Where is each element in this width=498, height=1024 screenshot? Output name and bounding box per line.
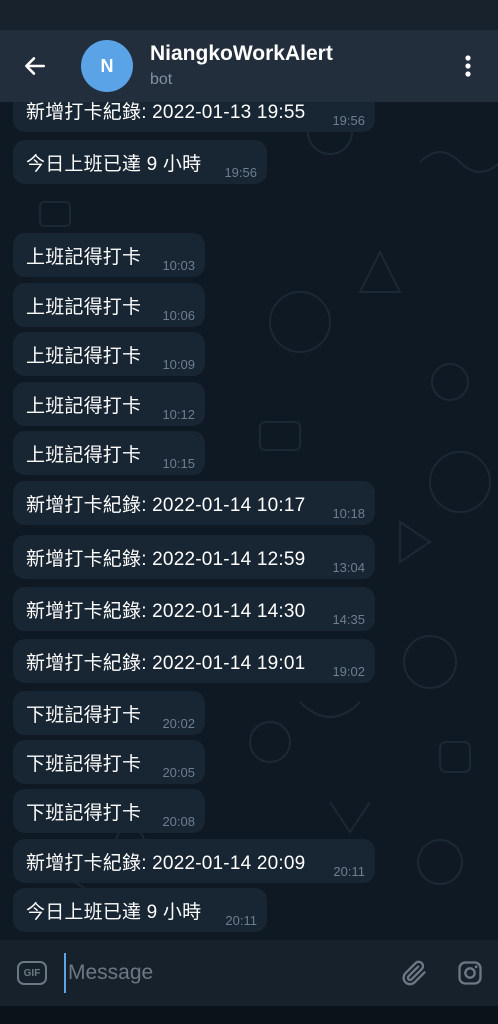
message-text: 新增打卡紀錄: 2022-01-14 19:01	[26, 652, 306, 674]
message-time: 20:11	[333, 864, 365, 879]
gif-button[interactable]: GIF	[0, 940, 64, 1006]
message-time: 20:05	[162, 765, 195, 780]
system-nav-bar	[0, 1006, 498, 1024]
message-bubble[interactable]: 下班記得打卡 20:08	[13, 789, 205, 833]
message-bubble[interactable]: 上班記得打卡 10:03	[13, 233, 205, 277]
message-time: 14:35	[332, 612, 365, 627]
chat-title: NiangkoWorkAlert	[150, 42, 333, 65]
message-text: 上班記得打卡	[26, 395, 142, 417]
message-bubble[interactable]: 下班記得打卡 20:02	[13, 691, 205, 735]
chat-area[interactable]: 新增打卡紀錄: 2022-01-13 19:55 19:56 今日上班已達 9 小時…	[0, 102, 498, 940]
chat-header: N NiangkoWorkAlert bot	[0, 30, 498, 102]
message-text: 今日上班已達 9 小時	[26, 153, 202, 175]
message-text: 上班記得打卡	[26, 444, 142, 466]
message-bubble[interactable]: 新增打卡紀錄: 2022-01-14 20:09 20:11	[13, 839, 375, 883]
message-bubble[interactable]: 新增打卡紀錄: 2022-01-14 19:01 19:02	[13, 639, 375, 683]
arrow-left-icon	[25, 57, 45, 75]
message-input-bar: GIF	[0, 940, 498, 1006]
message-text: 新增打卡紀錄: 2022-01-14 14:30	[26, 600, 306, 622]
message-time: 20:08	[162, 814, 195, 829]
message-time: 19:02	[332, 664, 365, 679]
message-time: 10:18	[332, 506, 365, 521]
message-text: 新增打卡紀錄: 2022-01-14 10:17	[26, 494, 306, 516]
message-time: 19:56	[332, 113, 365, 128]
message-bubble[interactable]: 新增打卡紀錄: 2022-01-14 10:17 10:18	[13, 481, 375, 525]
message-bubble[interactable]: 新增打卡紀錄: 2022-01-14 14:30 14:35	[13, 587, 375, 631]
message-bubble[interactable]: 新增打卡紀錄: 2022-01-13 19:55 19:56	[13, 102, 375, 132]
chat-subtitle: bot	[150, 71, 173, 88]
message-text: 下班記得打卡	[26, 704, 142, 726]
message-time: 10:09	[162, 357, 195, 372]
message-text: 新增打卡紀錄: 2022-01-14 20:09	[26, 852, 306, 874]
message-time: 10:12	[162, 407, 195, 422]
message-text: 下班記得打卡	[26, 753, 142, 775]
message-time: 10:06	[162, 308, 195, 323]
message-time: 10:15	[162, 456, 195, 471]
message-list: 新增打卡紀錄: 2022-01-13 19:55 19:56 今日上班已達 9 小時…	[0, 102, 498, 940]
message-text: 上班記得打卡	[26, 296, 142, 318]
message-time: 20:02	[162, 716, 195, 731]
message-bubble[interactable]: 新增打卡紀錄: 2022-01-14 12:59 13:04	[13, 535, 375, 579]
camera-button[interactable]	[442, 940, 498, 1006]
back-button[interactable]	[0, 30, 70, 102]
gif-icon: GIF	[17, 961, 47, 985]
status-bar	[0, 0, 498, 30]
message-text: 上班記得打卡	[26, 246, 142, 268]
chat-info[interactable]: NiangkoWorkAlert bot	[150, 41, 438, 91]
message-text: 下班記得打卡	[26, 802, 142, 824]
message-bubble[interactable]: 上班記得打卡 10:06	[13, 283, 205, 327]
message-text: 今日上班已達 9 小時	[26, 901, 202, 923]
paperclip-icon	[402, 960, 426, 986]
message-bubble[interactable]: 上班記得打卡 10:09	[13, 332, 205, 376]
more-vertical-icon	[465, 55, 471, 77]
more-menu-button[interactable]	[438, 30, 498, 102]
attach-button[interactable]	[386, 940, 442, 1006]
message-time: 19:56	[224, 165, 257, 180]
message-text: 新增打卡紀錄: 2022-01-14 12:59	[26, 548, 306, 570]
avatar-letter: N	[100, 55, 114, 76]
message-time: 10:03	[162, 258, 195, 273]
message-text: 新增打卡紀錄: 2022-01-13 19:55	[26, 102, 306, 123]
message-bubble[interactable]: 上班記得打卡 10:15	[13, 431, 205, 475]
avatar[interactable]: N	[81, 40, 133, 92]
message-input[interactable]	[64, 953, 386, 993]
instagram-camera-icon	[458, 961, 482, 985]
message-time: 20:11	[225, 913, 257, 928]
message-time: 13:04	[332, 560, 365, 575]
message-bubble[interactable]: 今日上班已達 9 小時 19:56	[13, 140, 267, 184]
message-bubble[interactable]: 今日上班已達 9 小時 20:11	[13, 888, 267, 932]
message-bubble[interactable]: 下班記得打卡 20:05	[13, 740, 205, 784]
message-text: 上班記得打卡	[26, 345, 142, 367]
message-bubble[interactable]: 上班記得打卡 10:12	[13, 382, 205, 426]
